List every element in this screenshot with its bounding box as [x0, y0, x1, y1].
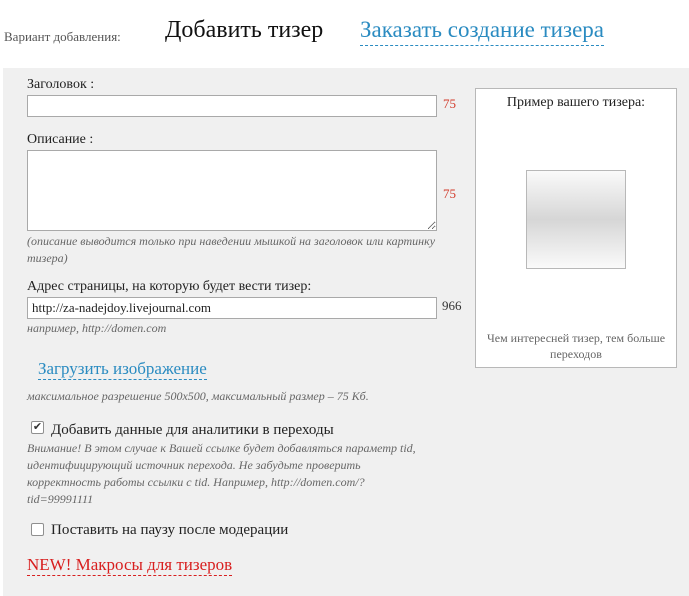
upload-hint: максимальное разрешение 500x500, максима…: [27, 389, 369, 403]
teaser-preview-box: Пример вашего тизера: Чем интересней тиз…: [475, 88, 677, 368]
url-char-counter: 966: [442, 298, 462, 313]
description-label: Описание :: [27, 132, 94, 147]
tab-order-teaser[interactable]: Заказать создание тизера: [360, 17, 604, 46]
title-char-counter: 75: [443, 96, 456, 111]
macros-link[interactable]: NEW! Макросы для тизеров: [27, 555, 233, 576]
description-hint: (описание выводится только при наведении…: [27, 234, 436, 265]
tab-add-teaser[interactable]: Добавить тизер: [165, 17, 323, 44]
analytics-checkbox-label: Добавить данные для аналитики в переходы: [51, 422, 334, 438]
pause-checkbox-label: Поставить на паузу после модерации: [51, 522, 289, 538]
description-textarea[interactable]: [27, 150, 437, 231]
url-hint: например, http://domen.com: [27, 321, 167, 335]
title-label: Заголовок :: [27, 77, 95, 92]
upload-image-link[interactable]: Загрузить изображение: [38, 359, 207, 380]
url-label: Адрес страницы, на которую будет вести т…: [27, 279, 312, 294]
preview-title: Пример вашего тизера:: [506, 95, 646, 110]
pause-checkbox[interactable]: [31, 523, 44, 536]
preview-image-placeholder: [526, 170, 626, 269]
url-input[interactable]: [27, 297, 437, 319]
analytics-hint: Внимание! В этом случае к Вашей ссылке б…: [27, 441, 416, 506]
variant-label: Вариант добавления:: [4, 29, 121, 44]
analytics-checkbox[interactable]: ✔: [31, 421, 44, 434]
preview-caption: Чем интересней тизер, тем больше переход…: [486, 331, 666, 361]
description-char-counter: 75: [443, 186, 456, 201]
title-input[interactable]: [27, 95, 437, 117]
